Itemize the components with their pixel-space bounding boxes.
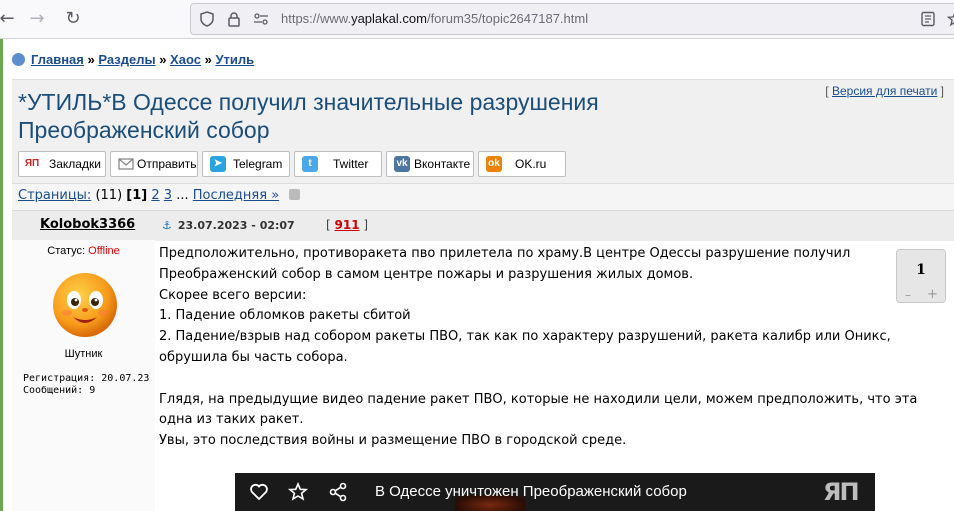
post-date: ⚓ 23.07.2023 - 02:07	[162, 219, 295, 232]
browser-toolbar: ← → ↻ https://www.yaplakal.com/forum35/t…	[0, 0, 954, 39]
yap-icon: ЯП	[24, 156, 40, 172]
star-icon[interactable]	[288, 482, 308, 502]
share-bookmarks-button[interactable]: ЯП Закладки	[18, 151, 106, 177]
address-bar[interactable]: https://www.yaplakal.com/forum35/topic26…	[190, 3, 954, 35]
page-content: Главная » Разделы » Хаос » Утиль *УТИЛЬ*…	[0, 39, 954, 511]
topic-title: *УТИЛЬ*В Одессе получил значительные раз…	[18, 89, 599, 143]
lock-icon[interactable]	[226, 11, 242, 27]
breadcrumb: Главная » Разделы » Хаос » Утиль	[12, 52, 254, 67]
post-paragraph: Предположительно, противоракета пво прил…	[159, 246, 851, 282]
back-icon[interactable]: ←	[0, 8, 18, 30]
reader-view-icon[interactable]	[920, 11, 936, 27]
avatar[interactable]	[47, 267, 123, 343]
post-paragraph: Увы, это последствия войны и размещение …	[159, 433, 627, 449]
telegram-icon: ➤	[210, 156, 226, 172]
rate-down-button[interactable]: –	[905, 288, 911, 302]
page-link-3[interactable]: 3	[164, 188, 172, 203]
page-link-2[interactable]: 2	[151, 188, 159, 203]
twitter-icon: t	[302, 156, 318, 172]
share-vk-button[interactable]: vk Вконтакте	[386, 151, 474, 177]
video-logo: ЯП	[823, 478, 860, 506]
rating-value: 1	[916, 262, 926, 278]
author-rank: Шутник	[64, 348, 103, 360]
status-offline: Offline	[88, 245, 120, 257]
print-version: [ Версия для печати ]	[825, 84, 944, 98]
current-page: [1]	[126, 188, 148, 203]
shield-icon[interactable]	[199, 11, 215, 27]
video-title: В Одессе уничтожен Преображенский собор	[375, 483, 687, 500]
url-text[interactable]: https://www.yaplakal.com/forum35/topic26…	[281, 11, 588, 26]
ok-icon: ok	[486, 156, 502, 172]
share-twitter-button[interactable]: t Twitter	[294, 151, 382, 177]
author-sidebar: Статус: Offline Шутник Регистрация: 20.0…	[12, 240, 155, 511]
permissions-icon[interactable]	[253, 11, 269, 27]
share-telegram-button[interactable]: ➤ Telegram	[202, 151, 290, 177]
post-number: [ 911 ]	[326, 218, 369, 232]
forward-icon[interactable]: →	[26, 8, 48, 30]
print-version-link[interactable]: Версия для печати	[832, 84, 937, 98]
breadcrumb-separator: »	[204, 52, 212, 67]
envelope-icon	[118, 158, 134, 170]
author-info: Регистрация: 20.07.23 Сообщений: 9	[23, 373, 149, 397]
pages-label[interactable]: Страницы:	[18, 188, 91, 203]
post-paragraph: 2. Падение/взрыв над собором ракеты ПВО,…	[159, 329, 891, 365]
post-body: Предположительно, противоракета пво прил…	[159, 244, 954, 452]
pages-count: (11)	[95, 188, 123, 203]
left-accent-bar	[0, 39, 3, 511]
message-count: Сообщений: 9	[23, 385, 96, 396]
bookmark-star-icon[interactable]	[947, 11, 954, 27]
post-author[interactable]: Kolobok3366	[40, 217, 135, 232]
post-paragraph	[159, 369, 954, 390]
breadcrumb-home[interactable]: Главная	[31, 52, 84, 67]
video-player[interactable]: В Одессе уничтожен Преображенский собор …	[235, 473, 875, 511]
breadcrumb-separator: »	[87, 52, 95, 67]
post-header: Kolobok3366 ⚓ 23.07.2023 - 02:07 [ 911 ]	[12, 210, 954, 241]
vk-icon: vk	[394, 156, 410, 172]
breadcrumb-chaos[interactable]: Хаос	[170, 52, 201, 67]
post-paragraph: 1. Падение обломков ракеты сбитой	[159, 308, 411, 324]
post-paragraph: Глядя, на предыдущие видео падение ракет…	[159, 391, 918, 428]
registration-date: Регистрация: 20.07.23	[23, 373, 150, 384]
share-ok-button[interactable]: ok OK.ru	[478, 151, 566, 177]
heart-icon[interactable]	[249, 482, 269, 502]
breadcrumb-util[interactable]: Утиль	[215, 52, 254, 67]
post-number-link[interactable]: 911	[335, 218, 360, 232]
pagination: Страницы: (11) [1] 2 3 ... Последняя »	[12, 183, 954, 211]
forum-home-icon	[12, 53, 25, 66]
last-page-link[interactable]: Последняя »	[193, 188, 279, 203]
dropdown-arrow-icon[interactable]	[289, 189, 301, 200]
topic-header: *УТИЛЬ*В Одессе получил значительные раз…	[12, 79, 954, 184]
author-status: Статус: Offline	[47, 245, 120, 257]
pages-ellipsis: ...	[176, 188, 189, 203]
breadcrumb-separator: »	[159, 52, 167, 67]
share-icon[interactable]	[328, 482, 348, 502]
post-paragraph: Скорее всего версии:	[159, 287, 307, 303]
breadcrumb-sections[interactable]: Разделы	[98, 52, 155, 67]
anchor-icon[interactable]: ⚓	[162, 219, 172, 232]
post-rating: 1 – +	[896, 249, 946, 303]
share-send-button[interactable]: Отправить	[110, 151, 198, 177]
reload-icon[interactable]: ↻	[62, 8, 84, 30]
rate-up-button[interactable]: +	[927, 287, 938, 302]
